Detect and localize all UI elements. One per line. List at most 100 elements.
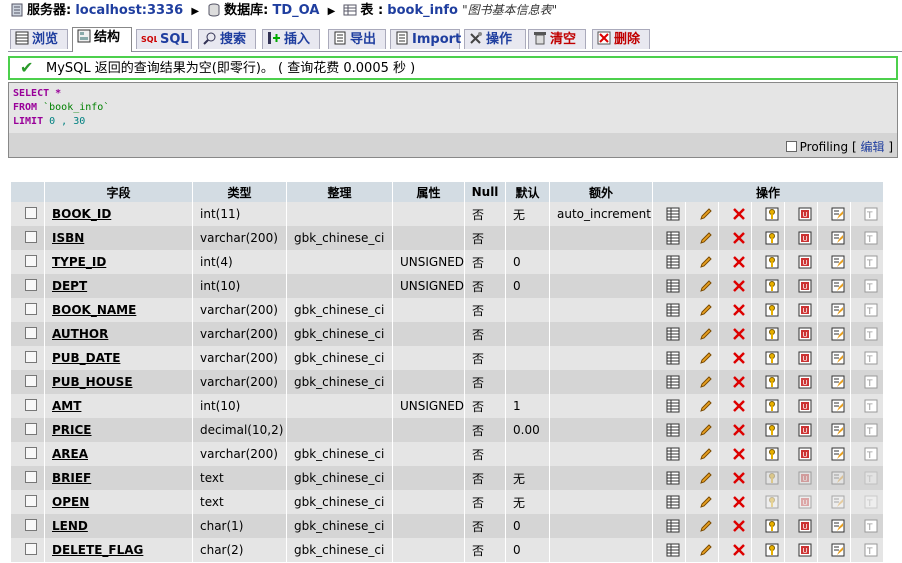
browse-distinct-icon[interactable] xyxy=(666,543,680,557)
browse-distinct-icon[interactable] xyxy=(666,495,680,509)
browse-distinct-icon[interactable] xyxy=(666,255,680,269)
fulltext-icon[interactable]: T xyxy=(864,255,878,269)
unique-icon[interactable]: U xyxy=(798,327,812,341)
primary-key-icon[interactable] xyxy=(765,399,779,413)
index-icon[interactable] xyxy=(831,471,845,485)
browse-distinct-icon[interactable] xyxy=(666,327,680,341)
edit-icon[interactable] xyxy=(699,279,713,293)
tab-insert[interactable]: 插入 xyxy=(262,29,320,49)
index-icon[interactable] xyxy=(831,351,845,365)
drop-icon[interactable] xyxy=(732,255,746,269)
browse-distinct-icon[interactable] xyxy=(666,303,680,317)
primary-key-icon[interactable] xyxy=(765,327,779,341)
row-checkbox[interactable] xyxy=(25,422,37,435)
drop-icon[interactable] xyxy=(732,519,746,533)
fulltext-icon[interactable]: T xyxy=(864,471,878,485)
browse-distinct-icon[interactable] xyxy=(666,207,680,221)
field-name[interactable]: LEND xyxy=(45,514,192,538)
unique-icon[interactable]: U xyxy=(798,231,812,245)
primary-key-icon[interactable] xyxy=(765,279,779,293)
row-checkbox[interactable] xyxy=(25,302,37,315)
row-checkbox[interactable] xyxy=(25,326,37,339)
fulltext-icon[interactable]: T xyxy=(864,207,878,221)
row-checkbox[interactable] xyxy=(25,206,37,219)
tab-drop[interactable]: 删除 xyxy=(592,29,650,49)
index-icon[interactable] xyxy=(831,423,845,437)
row-checkbox[interactable] xyxy=(25,470,37,483)
drop-icon[interactable] xyxy=(732,327,746,341)
index-icon[interactable] xyxy=(831,447,845,461)
primary-key-icon[interactable] xyxy=(765,207,779,221)
edit-icon[interactable] xyxy=(699,471,713,485)
tab-import[interactable]: Import xyxy=(390,29,461,49)
drop-icon[interactable] xyxy=(732,423,746,437)
browse-distinct-icon[interactable] xyxy=(666,351,680,365)
primary-key-icon[interactable] xyxy=(765,255,779,269)
primary-key-icon[interactable] xyxy=(765,303,779,317)
index-icon[interactable] xyxy=(831,279,845,293)
unique-icon[interactable]: U xyxy=(798,207,812,221)
field-name[interactable]: TYPE_ID xyxy=(45,250,192,274)
browse-distinct-icon[interactable] xyxy=(666,279,680,293)
tab-operations[interactable]: 操作 xyxy=(464,29,526,49)
row-checkbox[interactable] xyxy=(25,350,37,363)
row-checkbox[interactable] xyxy=(25,518,37,531)
header-collation[interactable]: 整理 xyxy=(287,182,392,202)
row-checkbox[interactable] xyxy=(25,494,37,507)
field-name[interactable]: DELETE_FLAG xyxy=(45,538,192,562)
edit-icon[interactable] xyxy=(699,375,713,389)
index-icon[interactable] xyxy=(831,543,845,557)
index-icon[interactable] xyxy=(831,255,845,269)
primary-key-icon[interactable] xyxy=(765,495,779,509)
field-name[interactable]: BOOK_ID xyxy=(45,202,192,226)
primary-key-icon[interactable] xyxy=(765,423,779,437)
drop-icon[interactable] xyxy=(732,303,746,317)
edit-icon[interactable] xyxy=(699,327,713,341)
header-field[interactable]: 字段 xyxy=(45,182,192,202)
fulltext-icon[interactable]: T xyxy=(864,303,878,317)
field-name[interactable]: AUTHOR xyxy=(45,322,192,346)
edit-sql-link[interactable]: 编辑 xyxy=(860,140,884,154)
database-link[interactable]: TD_OA xyxy=(273,3,320,18)
unique-icon[interactable]: U xyxy=(798,255,812,269)
index-icon[interactable] xyxy=(831,375,845,389)
index-icon[interactable] xyxy=(831,519,845,533)
tab-structure[interactable]: 结构 xyxy=(72,27,132,52)
header-default[interactable]: 默认 xyxy=(506,182,550,202)
unique-icon[interactable]: U xyxy=(798,423,812,437)
edit-icon[interactable] xyxy=(699,543,713,557)
table-link[interactable]: book_info xyxy=(387,3,458,18)
row-checkbox[interactable] xyxy=(25,542,37,555)
drop-icon[interactable] xyxy=(732,351,746,365)
fulltext-icon[interactable]: T xyxy=(864,447,878,461)
fulltext-icon[interactable]: T xyxy=(864,519,878,533)
tab-empty[interactable]: 清空 xyxy=(528,29,586,49)
unique-icon[interactable]: U xyxy=(798,447,812,461)
unique-icon[interactable]: U xyxy=(798,519,812,533)
tab-search[interactable]: 搜索 xyxy=(198,29,256,49)
tab-sql[interactable]: SQL SQL xyxy=(136,29,192,49)
drop-icon[interactable] xyxy=(732,543,746,557)
primary-key-icon[interactable] xyxy=(765,231,779,245)
unique-icon[interactable]: U xyxy=(798,303,812,317)
fulltext-icon[interactable]: T xyxy=(864,495,878,509)
edit-icon[interactable] xyxy=(699,495,713,509)
browse-distinct-icon[interactable] xyxy=(666,447,680,461)
drop-icon[interactable] xyxy=(732,447,746,461)
field-name[interactable]: PRICE xyxy=(45,418,192,442)
row-checkbox[interactable] xyxy=(25,278,37,291)
server-link[interactable]: localhost:3336 xyxy=(75,3,183,18)
field-name[interactable]: ISBN xyxy=(45,226,192,250)
edit-icon[interactable] xyxy=(699,231,713,245)
header-type[interactable]: 类型 xyxy=(193,182,286,202)
primary-key-icon[interactable] xyxy=(765,375,779,389)
field-name[interactable]: BOOK_NAME xyxy=(45,298,192,322)
index-icon[interactable] xyxy=(831,303,845,317)
drop-icon[interactable] xyxy=(732,375,746,389)
fulltext-icon[interactable]: T xyxy=(864,375,878,389)
fulltext-icon[interactable]: T xyxy=(864,543,878,557)
row-checkbox[interactable] xyxy=(25,374,37,387)
edit-icon[interactable] xyxy=(699,303,713,317)
header-null[interactable]: Null xyxy=(465,182,506,202)
edit-icon[interactable] xyxy=(699,207,713,221)
